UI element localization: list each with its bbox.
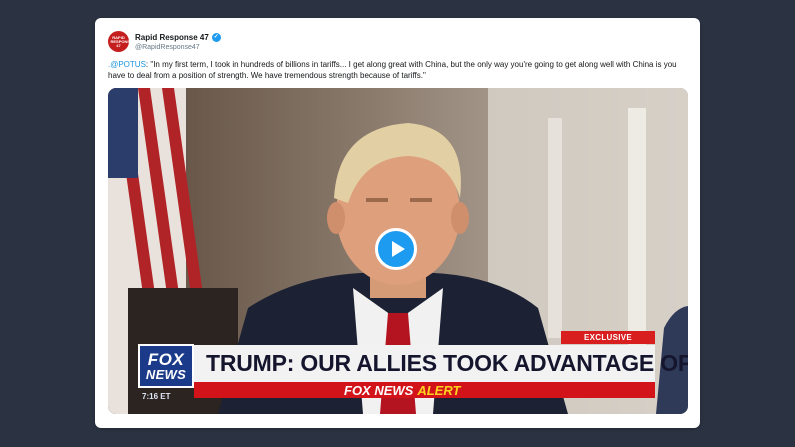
author-name-text: Rapid Response 47 bbox=[135, 33, 209, 42]
logo-news-text: NEWS bbox=[145, 367, 187, 382]
play-icon bbox=[391, 241, 405, 257]
fox-news-alert-bar: FOX NEWS ALERT bbox=[194, 382, 655, 398]
video-player[interactable]: EXCLUSIVE TRUMP: OUR ALLIES TOOK ADVANTA… bbox=[108, 88, 688, 414]
tweet-body: : "In my first term, I took in hundreds … bbox=[108, 60, 677, 80]
embedded-tweet-card: RAPID RESPONSE 47 Rapid Response 47 ✓ @R… bbox=[95, 18, 700, 428]
avatar-logo-text: RAPID RESPONSE 47 bbox=[110, 34, 130, 48]
chyron-headline: TRUMP: OUR ALLIES TOOK ADVANTAGE OF US bbox=[194, 345, 688, 382]
logo-fox-text: FOX bbox=[147, 350, 185, 369]
broadcast-timecode: 7:16 ET bbox=[142, 392, 171, 401]
verified-badge-icon: ✓ bbox=[211, 33, 221, 42]
tweet-text: .@POTUS: "In my first term, I took in hu… bbox=[108, 60, 693, 81]
avatar[interactable]: RAPID RESPONSE 47 bbox=[108, 31, 129, 52]
author-display-name[interactable]: Rapid Response 47 ✓ bbox=[135, 33, 221, 42]
play-button[interactable] bbox=[375, 228, 417, 270]
alert-brand-text: FOX NEWS bbox=[344, 382, 414, 398]
fox-news-logo: FOX NEWS bbox=[138, 344, 194, 388]
mention-link[interactable]: .@POTUS bbox=[108, 60, 146, 69]
alert-word-text: ALERT bbox=[417, 382, 461, 398]
author-handle[interactable]: @RapidResponse47 bbox=[135, 44, 200, 51]
exclusive-tag: EXCLUSIVE bbox=[561, 331, 655, 344]
